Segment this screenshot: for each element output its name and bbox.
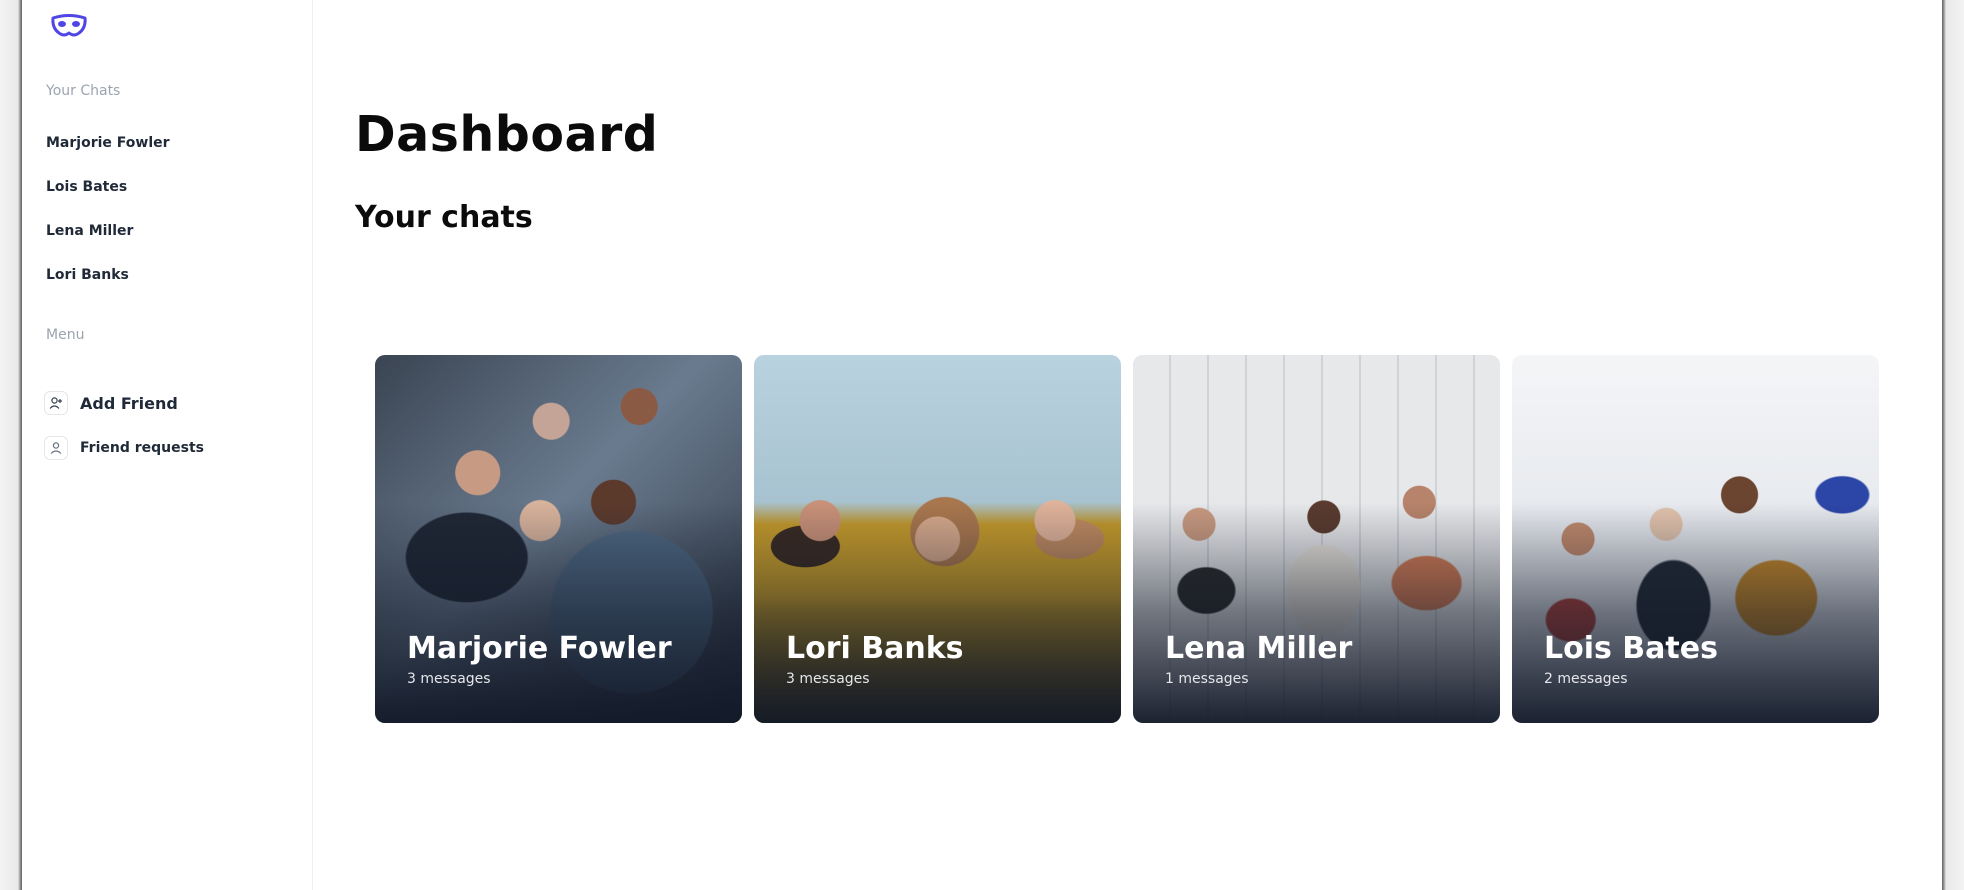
add-user-icon — [44, 391, 68, 415]
page-title: Dashboard — [355, 106, 659, 163]
chat-card-lori-banks[interactable]: Lori Banks 3 messages — [754, 355, 1121, 723]
sidebar-chat-lena-miller[interactable]: Lena Miller — [46, 223, 133, 239]
app-window: Your Chats Marjorie Fowler Lois Bates Le… — [0, 0, 1964, 890]
chat-cards: Marjorie Fowler 3 messages Lori Banks 3 … — [375, 355, 1885, 725]
main-content: Dashboard Your chats Marjorie Fowler 3 m… — [313, 0, 1942, 890]
sidebar-chat-lois-bates[interactable]: Lois Bates — [46, 179, 127, 195]
chat-card-message-count: 2 messages — [1544, 671, 1628, 687]
chat-card-name: Lori Banks — [786, 631, 964, 666]
chat-card-lena-miller[interactable]: Lena Miller 1 messages — [1133, 355, 1500, 723]
window-right-edge — [1942, 0, 1964, 890]
add-friend-label: Add Friend — [80, 393, 178, 413]
chat-card-message-count: 3 messages — [407, 671, 491, 687]
window-left-edge — [0, 0, 22, 890]
friend-requests-button[interactable]: Friend requests — [44, 436, 204, 460]
your-chats-title: Your chats — [355, 200, 533, 235]
sidebar-chat-marjorie-fowler[interactable]: Marjorie Fowler — [46, 135, 170, 151]
menu-heading: Menu — [46, 327, 85, 343]
chat-card-message-count: 3 messages — [786, 671, 870, 687]
add-friend-button[interactable]: Add Friend — [44, 391, 178, 415]
chat-card-name: Lois Bates — [1544, 631, 1718, 666]
mask-logo-icon[interactable] — [50, 12, 88, 42]
sidebar-chat-lori-banks[interactable]: Lori Banks — [46, 267, 129, 283]
chat-card-message-count: 1 messages — [1165, 671, 1249, 687]
sidebar: Your Chats Marjorie Fowler Lois Bates Le… — [22, 0, 313, 890]
friend-requests-label: Friend requests — [80, 440, 204, 456]
your-chats-heading: Your Chats — [46, 83, 121, 99]
user-icon — [44, 436, 68, 460]
chat-card-marjorie-fowler[interactable]: Marjorie Fowler 3 messages — [375, 355, 742, 723]
chat-card-lois-bates[interactable]: Lois Bates 2 messages — [1512, 355, 1879, 723]
chat-card-name: Lena Miller — [1165, 631, 1353, 666]
chat-card-name: Marjorie Fowler — [407, 631, 672, 666]
